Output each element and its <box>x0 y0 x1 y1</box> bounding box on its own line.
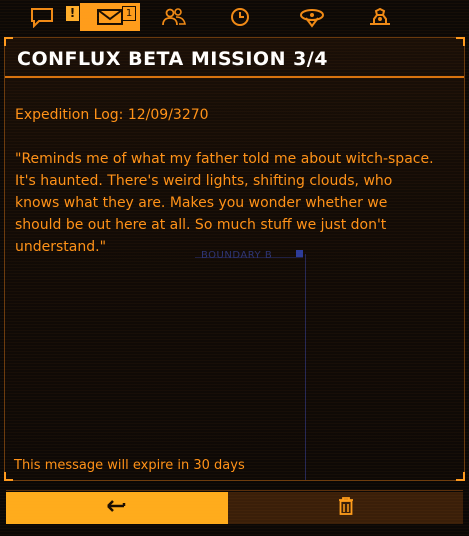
tab-settings[interactable] <box>350 3 410 31</box>
reply-button[interactable] <box>6 492 228 524</box>
overlay-line-vertical <box>305 254 306 480</box>
contacts-icon <box>161 7 187 27</box>
expiry-notice: This message will expire in 30 days <box>14 458 245 473</box>
trash-icon <box>337 496 355 520</box>
clock-icon <box>229 6 251 28</box>
message-body: "Reminds me of what my father told me ab… <box>15 151 434 255</box>
tab-bar: ! 1 <box>0 0 469 34</box>
delete-button[interactable] <box>228 492 463 524</box>
tab-contacts[interactable] <box>146 3 202 31</box>
message-panel: CONFLUX BETA MISSION 3/4 Expedition Log:… <box>4 37 465 481</box>
reply-arrow-icon <box>106 498 128 518</box>
overlay-marker <box>296 250 303 257</box>
unread-count-badge: 1 <box>122 6 136 21</box>
tab-inbox[interactable]: 1 <box>80 3 140 31</box>
gear-icon <box>366 6 394 28</box>
envelope-icon <box>96 7 124 27</box>
alert-badge: ! <box>66 6 79 21</box>
tab-history[interactable] <box>212 3 268 31</box>
overlay-boundary-label: BOUNDARY B <box>201 250 273 261</box>
tab-chat[interactable]: ! <box>14 3 79 31</box>
expedition-log-date: Expedition Log: 12/09/3270 <box>15 107 209 123</box>
message-title: CONFLUX BETA MISSION 3/4 <box>17 48 328 70</box>
action-divider <box>6 490 463 491</box>
tab-navigation[interactable] <box>282 3 342 31</box>
chat-icon <box>29 6 57 28</box>
nav-beacon-icon <box>298 6 326 28</box>
title-divider <box>5 76 464 78</box>
